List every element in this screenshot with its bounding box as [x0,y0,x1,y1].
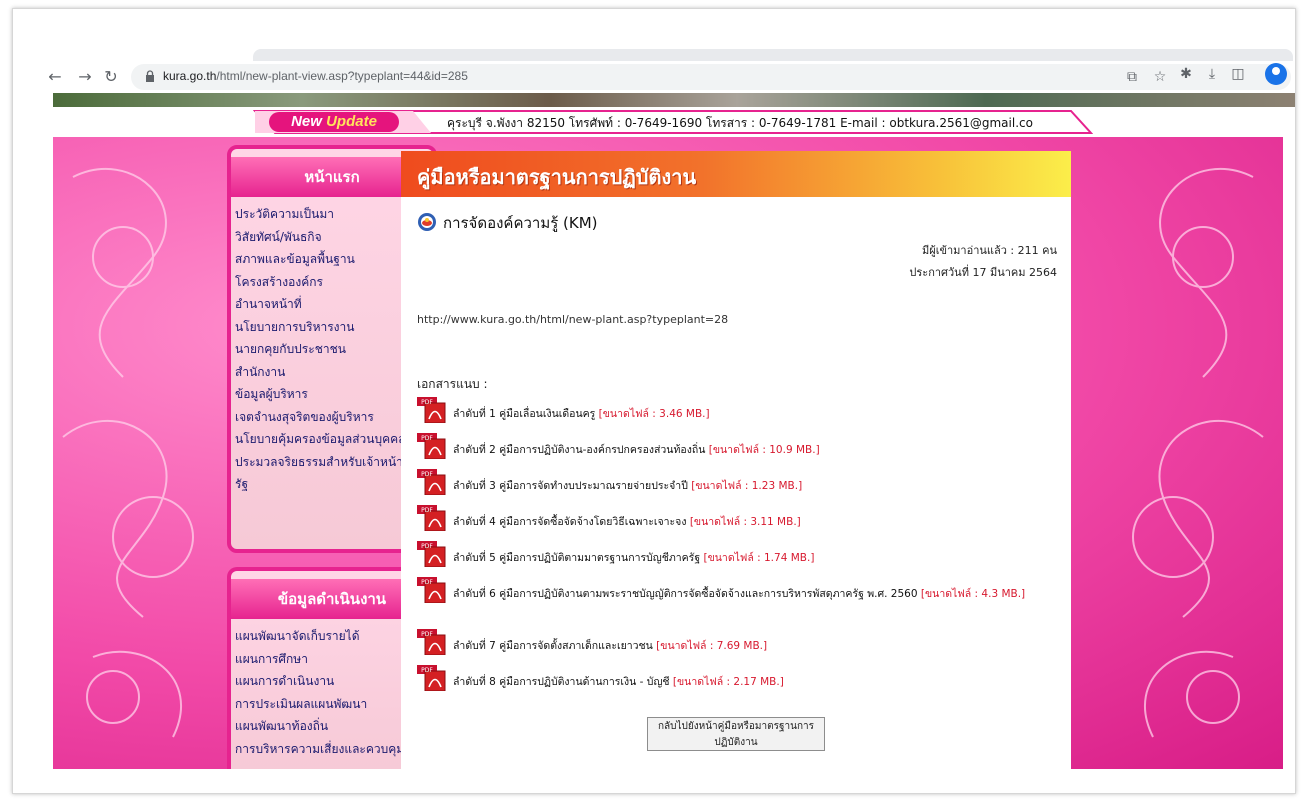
tab-strip [13,9,1295,61]
attachment-title[interactable]: ลำดับที่ 3 คู่มือการจัดทำงบประมาณรายจ่าย… [453,480,688,492]
lock-icon [146,70,154,82]
attachment-item[interactable]: PDF ลำดับที่ 1 คู่มือเลื่อนเงินเดือนครู [… [417,397,1057,423]
back-to-list-button[interactable]: กลับไปยังหน้าคู่มือหรือมาตรฐานการปฏิบัติ… [647,717,825,751]
pdf-icon-label: PDF [421,435,433,442]
attachment-size: [ขนาดไฟล์ : 2.17 MB.] [672,676,784,688]
banner-image [53,93,1295,107]
pdf-icon[interactable]: PDF [417,577,447,603]
page-title-text: การจัดองค์ความรู้ (KM) [443,214,598,232]
reader-count: มีผู้เข้ามาอ่านแล้ว : 211 คน [922,244,1057,257]
pdf-icon-label: PDF [421,507,433,514]
pdf-icon-label: PDF [421,631,433,638]
back-arrow-icon[interactable]: ← [43,65,67,89]
attachment-item[interactable]: PDF ลำดับที่ 4 คู่มือการจัดซื้อจัดจ้างโดย… [417,505,1057,531]
main-content: คู่มือหรือมาตรฐานการปฏิบัติงาน การจัดองค… [401,151,1071,769]
news-bar: New Update คุระบุรี จ.พังงา 82150 โทรศัพ… [253,109,1093,135]
section-header: คู่มือหรือมาตรฐานการปฏิบัติงาน [401,151,1071,197]
attachment-item[interactable]: PDF ลำดับที่ 5 คู่มือการปฏิบัติตามมาตรฐาน… [417,541,1057,567]
news-ticker: คุระบุรี จ.พังงา 82150 โทรศัพท์ : 0-7649… [447,116,1033,130]
attachment-title[interactable]: ลำดับที่ 4 คู่มือการจัดซื้อจัดจ้างโดยวิธ… [453,516,686,528]
url-path: /html/new-plant-view.asp?typeplant=44&id… [216,69,468,83]
attachment-title[interactable]: ลำดับที่ 1 คู่มือเลื่อนเงินเดือนครู [453,408,595,420]
extensions-icon[interactable]: ✱ [1177,65,1195,83]
km-icon [418,213,436,231]
url-text: kura.go.th/html/new-plant-view.asp?typep… [163,69,468,83]
reload-icon[interactable]: ↻ [99,65,123,89]
pdf-icon-label: PDF [421,543,433,550]
attachment-title[interactable]: ลำดับที่ 5 คู่มือการปฏิบัติตามมาตรฐานการ… [453,552,700,564]
attachment-size: [ขนาดไฟล์ : 3.11 MB.] [689,516,801,528]
attachment-item[interactable]: PDF ลำดับที่ 3 คู่มือการจัดทำงบประมาณรายจ… [417,469,1057,495]
pdf-icon[interactable]: PDF [417,397,447,423]
new-label: New [291,113,322,130]
page-title: การจัดองค์ความรู้ (KM) [417,211,598,235]
attachment-size: [ขนาดไฟล์ : 10.9 MB.] [708,444,820,456]
attachment-title[interactable]: ลำดับที่ 8 คู่มือการปฏิบัติงานด้านการเงิ… [453,676,670,688]
attachment-size: [ขนาดไฟล์ : 1.74 MB.] [703,552,815,564]
attachment-title[interactable]: ลำดับที่ 7 คู่มือการจัดตั้งสภาเด็กและเยา… [453,640,653,652]
browser-toolbar: ← → ↻ kura.go.th/html/new-plant-view.asp… [13,61,1295,93]
browser-window: ← → ↻ kura.go.th/html/new-plant-view.asp… [12,8,1296,794]
address-bar[interactable]: kura.go.th/html/new-plant-view.asp?typep… [131,64,1291,90]
pdf-icon[interactable]: PDF [417,665,447,691]
pdf-icon[interactable]: PDF [417,541,447,567]
attachment-item[interactable]: PDF ลำดับที่ 2 คู่มือการปฏิบัติงาน-องค์กร… [417,433,1057,459]
pdf-icon[interactable]: PDF [417,433,447,459]
attachment-item[interactable]: PDF ลำดับที่ 8 คู่มือการปฏิบัติงานด้านการ… [417,665,1057,691]
attachment-title[interactable]: ลำดับที่ 6 คู่มือการปฏิบัติงานตามพระราชบ… [453,588,918,600]
pdf-icon-label: PDF [421,471,433,478]
star-icon[interactable]: ☆ [1151,68,1169,86]
attachment-item[interactable]: PDF ลำดับที่ 6 คู่มือการปฏิบัติงานตามพระร… [417,577,1057,603]
web-page: New Update คุระบุรี จ.พังงา 82150 โทรศัพ… [13,93,1295,793]
tab-bar [253,49,1293,61]
pdf-icon-label: PDF [421,579,433,586]
attachment-title[interactable]: ลำดับที่ 2 คู่มือการปฏิบัติงาน-องค์กรปกค… [453,444,705,456]
attachment-item[interactable]: PDF ลำดับที่ 7 คู่มือการจัดตั้งสภาเด็กและ… [417,629,1057,655]
reference-link[interactable]: http://www.kura.go.th/html/new-plant.asp… [417,313,728,326]
sidepanel-icon[interactable]: ◫ [1229,65,1247,83]
pdf-icon[interactable]: PDF [417,469,447,495]
pdf-icon[interactable]: PDF [417,629,447,655]
attachments-label: เอกสารแนบ : [417,377,488,391]
pdf-icon[interactable]: PDF [417,505,447,531]
attachment-size: [ขนาดไฟล์ : 4.3 MB.] [920,588,1026,600]
pdf-icon-label: PDF [421,399,433,406]
share-icon[interactable]: ⧉ [1123,68,1141,86]
section-title: คู่มือหรือมาตรฐานการปฏิบัติงาน [417,165,697,189]
attachment-size: [ขนาดไฟล์ : 7.69 MB.] [656,640,768,652]
new-update-badge: New Update [269,112,399,132]
update-label: Update [326,113,377,130]
profile-icon[interactable] [1265,63,1287,85]
forward-arrow-icon[interactable]: → [73,65,97,89]
url-domain: kura.go.th [163,69,217,83]
pdf-icon-label: PDF [421,667,433,674]
attachment-size: [ขนาดไฟล์ : 1.23 MB.] [691,480,803,492]
announce-date: ประกาศวันที่ 17 มีนาคม 2564 [909,266,1057,279]
attachment-size: [ขนาดไฟล์ : 3.46 MB.] [598,408,710,420]
download-icon[interactable]: ⤓ [1203,65,1221,83]
